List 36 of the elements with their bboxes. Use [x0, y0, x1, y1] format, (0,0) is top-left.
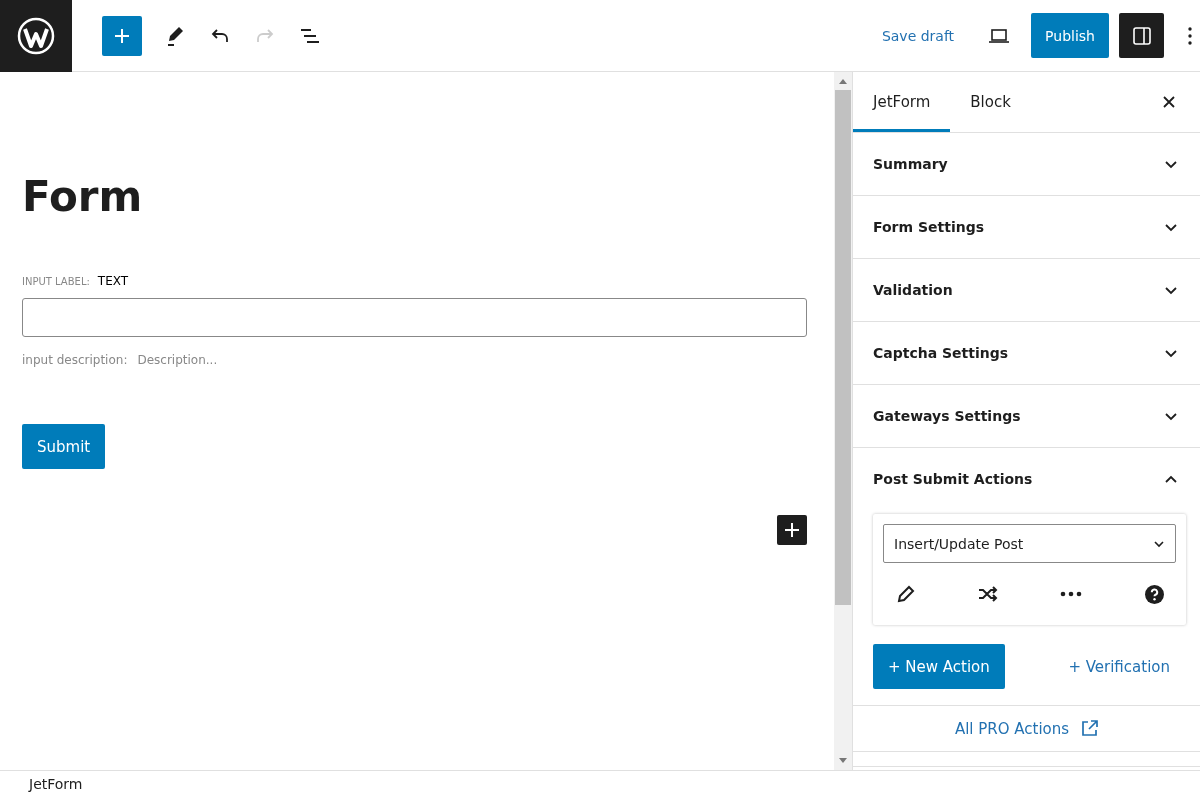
shuffle-icon[interactable]: [977, 586, 998, 602]
action-type-select[interactable]: Insert/Update Post: [883, 524, 1176, 563]
help-icon[interactable]: [1144, 584, 1164, 604]
close-icon[interactable]: [1162, 95, 1176, 109]
more-icon[interactable]: [1060, 591, 1083, 597]
field-label[interactable]: TEXT: [97, 274, 129, 288]
external-link-icon[interactable]: [1081, 720, 1099, 737]
verification-link[interactable]: + Verification: [1068, 657, 1170, 676]
submit-button[interactable]: Submit: [22, 424, 106, 469]
scroll-up-icon[interactable]: [839, 78, 847, 84]
sidebar-tab[interactable]: JetForm: [853, 72, 951, 132]
new-action-button[interactable]: + New Action: [873, 644, 1005, 689]
settings-button[interactable]: [1119, 13, 1164, 58]
panel-header[interactable]: Form Settings: [853, 196, 1200, 258]
panel-header[interactable]: Gateways Settings: [853, 385, 1200, 447]
breadcrumb[interactable]: JetForm: [29, 775, 83, 792]
more-options-icon[interactable]: [1188, 26, 1192, 45]
wordpress-logo[interactable]: [0, 0, 72, 72]
input-field[interactable]: [22, 298, 807, 337]
add-block-button[interactable]: [777, 515, 807, 545]
description-caption: input description:: [22, 353, 128, 367]
description-placeholder[interactable]: Description...: [137, 353, 218, 367]
field-label-caption: INPUT LABEL:: [22, 276, 90, 287]
sidebar-tab[interactable]: Block: [950, 72, 1031, 132]
panel-header[interactable]: Summary: [853, 133, 1200, 195]
save-draft-button[interactable]: Save draft: [881, 27, 955, 44]
pencil-icon[interactable]: [897, 585, 915, 603]
panel-header[interactable]: Post Submit Actions: [853, 448, 1200, 510]
plus-icon: [784, 522, 800, 538]
panel-header[interactable]: Captcha Settings: [853, 322, 1200, 384]
form-title: Form: [22, 176, 144, 218]
pro-actions-link[interactable]: All PRO Actions: [954, 719, 1070, 738]
panel-header[interactable]: Validation: [853, 259, 1200, 321]
scroll-down-icon[interactable]: [839, 758, 847, 764]
publish-button[interactable]: Publish: [1031, 13, 1109, 58]
scrollbar[interactable]: [834, 72, 852, 770]
